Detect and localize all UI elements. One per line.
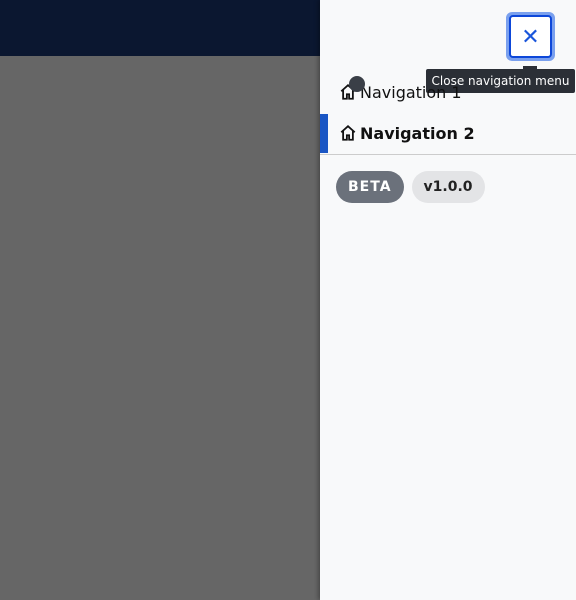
home-icon [340,125,356,141]
version-badge: v1.0.0 [411,171,485,203]
close-navigation-button[interactable]: ✕ [506,12,555,61]
focus-indicator-dot [349,76,365,92]
top-app-bar [0,0,320,56]
nav-item-label: Navigation 1 [360,82,462,102]
close-icon: ✕ [509,15,552,58]
beta-badge: BETA [336,171,404,203]
backdrop-overlay[interactable] [0,56,320,600]
nav-item-label: Navigation 2 [360,123,475,143]
navigation-drawer: ✕ Close navigation menu Navigation 1 Nav… [320,0,576,600]
active-indicator [320,114,328,153]
nav-item-navigation-2[interactable]: Navigation 2 [320,112,576,155]
badge-row: BETA v1.0.0 [336,171,485,203]
